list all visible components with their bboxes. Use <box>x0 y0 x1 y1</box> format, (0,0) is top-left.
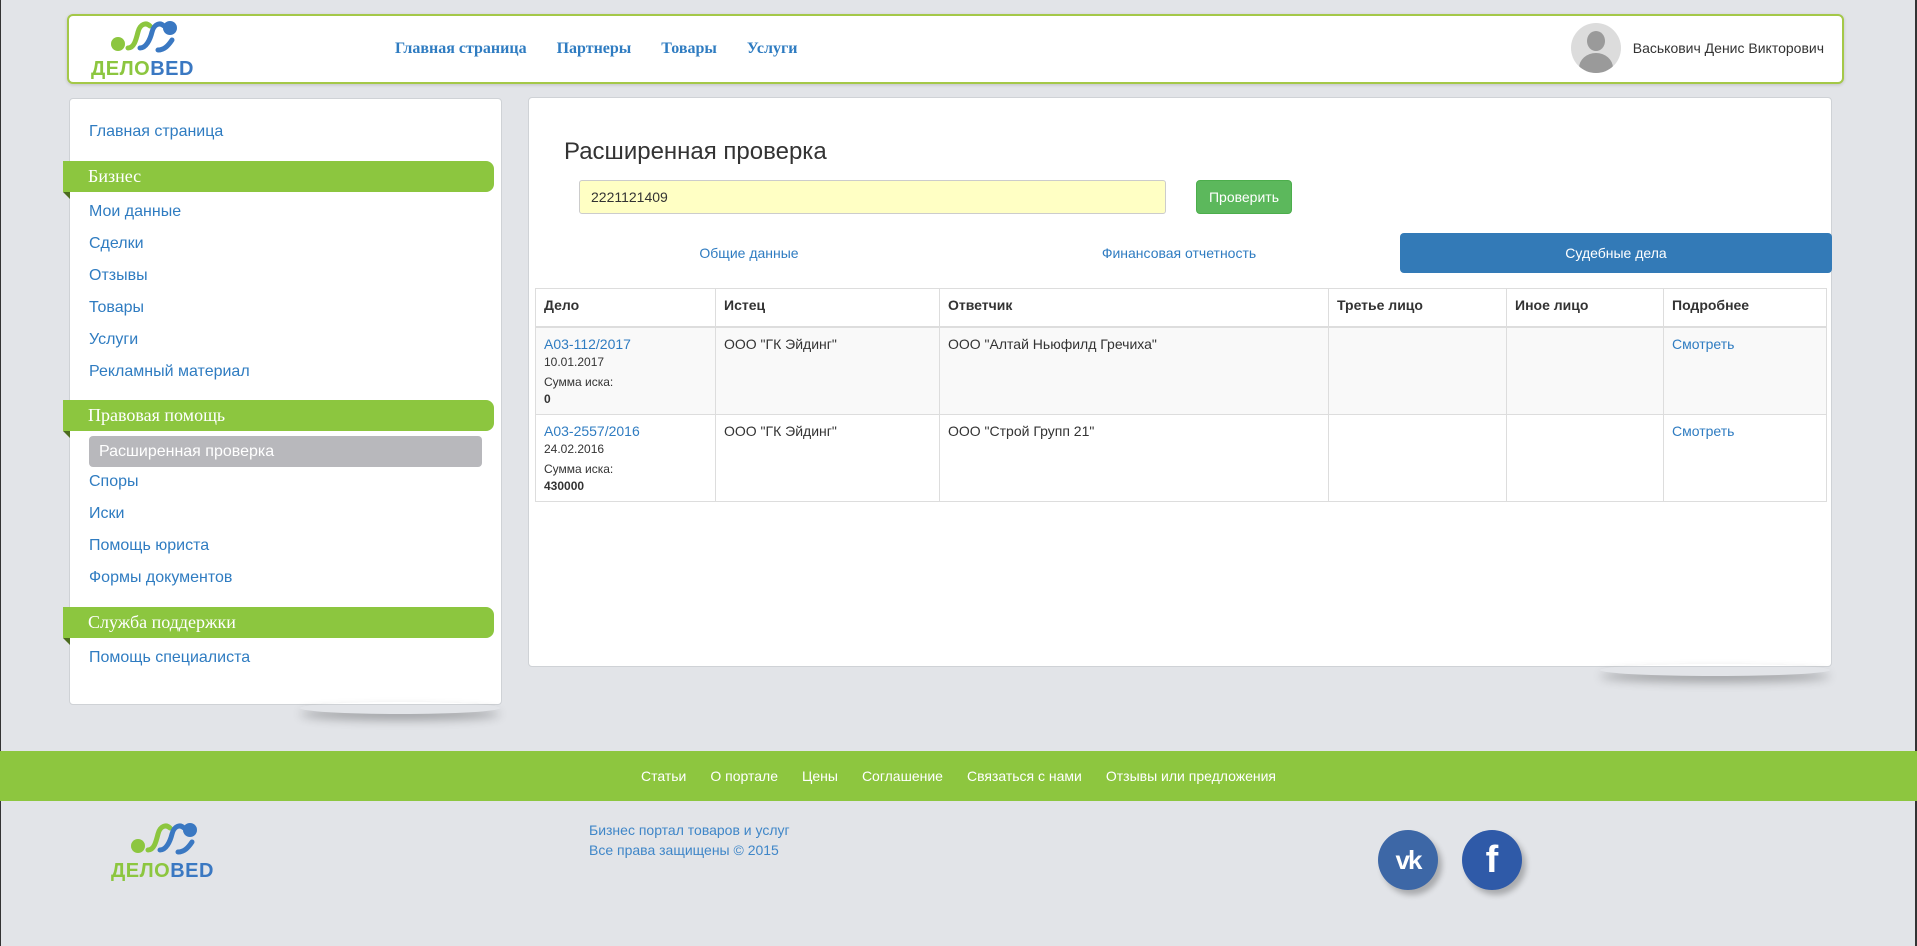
sidebar-section-support: Служба поддержки <box>63 607 494 645</box>
logo-wordmark: ДЕЛОBED <box>91 58 194 80</box>
case-sum-label: Сумма иска: <box>544 462 614 476</box>
column-header-defendant: Ответчик <box>939 288 1329 328</box>
facebook-icon[interactable]: f <box>1462 830 1522 890</box>
sidebar-shadow <box>300 702 500 714</box>
logo-wordmark: ДЕЛОBED <box>111 860 214 882</box>
footer-logo[interactable]: ДЕЛОBED <box>111 820 231 882</box>
case-date: 24.02.2016 <box>544 442 605 456</box>
sidebar-item-reviews[interactable]: Отзывы <box>89 267 148 285</box>
column-header-other-party: Иное лицо <box>1506 288 1664 328</box>
inn-search-input[interactable] <box>579 180 1166 214</box>
sidebar-section-business: Бизнес <box>63 161 494 199</box>
vk-icon[interactable]: vk <box>1378 830 1438 890</box>
case-number-link[interactable]: А03-2557/2016 <box>544 423 640 439</box>
avatar[interactable] <box>1570 23 1621 73</box>
nav-link-goods[interactable]: Товары <box>661 40 717 58</box>
sidebar-item-specialist-help[interactable]: Помощь специалиста <box>89 649 250 667</box>
nav-link-partners[interactable]: Партнеры <box>557 40 632 58</box>
tab-financial-reports[interactable]: Финансовая отчетность <box>964 233 1394 273</box>
details-cell: Смотреть <box>1663 326 1827 415</box>
column-header-plaintiff: Истец <box>715 288 940 328</box>
case-cell: А03-112/2017 10.01.2017 Сумма иска: 0 <box>535 326 716 415</box>
footer-link-agreement[interactable]: Соглашение <box>862 768 943 784</box>
column-header-details: Подробнее <box>1663 288 1827 328</box>
nav-link-home[interactable]: Главная страница <box>395 40 527 58</box>
sidebar-section-legal: Правовая помощь <box>63 400 494 438</box>
sidebar-item-disputes[interactable]: Споры <box>89 473 139 491</box>
footer-link-about[interactable]: О портале <box>710 768 778 784</box>
sidebar-item-home[interactable]: Главная страница <box>89 123 223 141</box>
table-header-row: Дело Истец Ответчик Третье лицо Иное лиц… <box>535 288 1827 328</box>
site-logo[interactable]: ДЕЛОBED <box>91 18 211 80</box>
sidebar-item-lawyer-help[interactable]: Помощь юриста <box>89 537 209 555</box>
defendant-cell: ООО "Строй Групп 21" <box>939 414 1329 502</box>
user-name[interactable]: Васькович Денис Викторович <box>1633 40 1824 56</box>
sidebar-item-my-data[interactable]: Мои данные <box>89 203 181 221</box>
plaintiff-cell: ООО "ГК Эйдинг" <box>715 326 940 415</box>
defendant-cell: ООО "Алтай Ньюфилд Гречиха" <box>939 326 1329 415</box>
footer-links-bar: Статьи О портале Цены Соглашение Связать… <box>0 751 1917 801</box>
sidebar-item-claims[interactable]: Иски <box>89 505 124 523</box>
sidebar-item-ad-material[interactable]: Рекламный материал <box>89 363 250 381</box>
details-cell: Смотреть <box>1663 414 1827 502</box>
footer-link-articles[interactable]: Статьи <box>641 768 686 784</box>
case-sum-value: 0 <box>544 392 551 406</box>
column-header-case: Дело <box>535 288 716 328</box>
user-silhouette-icon <box>1586 31 1605 51</box>
view-details-link[interactable]: Смотреть <box>1672 423 1734 439</box>
window-frame-left <box>0 0 1 946</box>
other-party-cell <box>1506 326 1664 415</box>
main-panel: Расширенная проверка Проверить Общие дан… <box>528 97 1832 667</box>
footer-rights: Все права защищены © 2015 <box>589 842 779 858</box>
check-button[interactable]: Проверить <box>1196 180 1292 214</box>
tab-court-cases[interactable]: Судебные дела <box>1400 233 1832 273</box>
sidebar-item-goods[interactable]: Товары <box>89 299 144 317</box>
case-cell: А03-2557/2016 24.02.2016 Сумма иска: 430… <box>535 414 716 502</box>
table-row: А03-112/2017 10.01.2017 Сумма иска: 0 ОО… <box>535 326 1827 415</box>
footer-link-feedback[interactable]: Отзывы или предложения <box>1106 768 1276 784</box>
court-cases-table: Дело Истец Ответчик Третье лицо Иное лиц… <box>535 288 1827 502</box>
case-sum-label: Сумма иска: <box>544 375 614 389</box>
case-number-link[interactable]: А03-112/2017 <box>544 336 631 352</box>
sidebar: Главная страница Бизнес Мои данные Сделк… <box>63 98 502 705</box>
site-header: ДЕЛОBED Главная страница Партнеры Товары… <box>67 14 1844 84</box>
footer-copyright: Бизнес портал товаров и услуг Все права … <box>589 820 790 860</box>
third-party-cell <box>1328 414 1507 502</box>
third-party-cell <box>1328 326 1507 415</box>
nav-link-services[interactable]: Услуги <box>747 40 798 58</box>
footer-link-contact[interactable]: Связаться с нами <box>967 768 1082 784</box>
sidebar-item-deals[interactable]: Сделки <box>89 235 144 253</box>
case-date: 10.01.2017 <box>544 355 605 369</box>
table-row: А03-2557/2016 24.02.2016 Сумма иска: 430… <box>535 414 1827 502</box>
other-party-cell <box>1506 414 1664 502</box>
sidebar-item-extended-check[interactable]: Расширенная проверка <box>89 436 482 467</box>
view-details-link[interactable]: Смотреть <box>1672 336 1734 352</box>
result-tabs: Общие данные Финансовая отчетность Судеб… <box>534 233 1832 273</box>
case-sum-value: 430000 <box>544 479 585 493</box>
column-header-third-party: Третье лицо <box>1328 288 1507 328</box>
sidebar-item-services[interactable]: Услуги <box>89 331 138 349</box>
footer-link-prices[interactable]: Цены <box>802 768 838 784</box>
footer-tagline: Бизнес портал товаров и услуг <box>589 822 790 838</box>
user-menu[interactable]: Васькович Денис Викторович <box>1570 23 1824 73</box>
logo-mark-icon <box>131 823 197 855</box>
logo-mark-icon <box>111 21 177 53</box>
plaintiff-cell: ООО "ГК Эйдинг" <box>715 414 940 502</box>
tab-general-data[interactable]: Общие данные <box>534 233 964 273</box>
page-title: Расширенная проверка <box>564 138 827 165</box>
top-navigation: Главная страница Партнеры Товары Услуги <box>395 40 797 58</box>
main-panel-shadow <box>1600 664 1830 676</box>
sidebar-item-document-forms[interactable]: Формы документов <box>89 569 232 587</box>
